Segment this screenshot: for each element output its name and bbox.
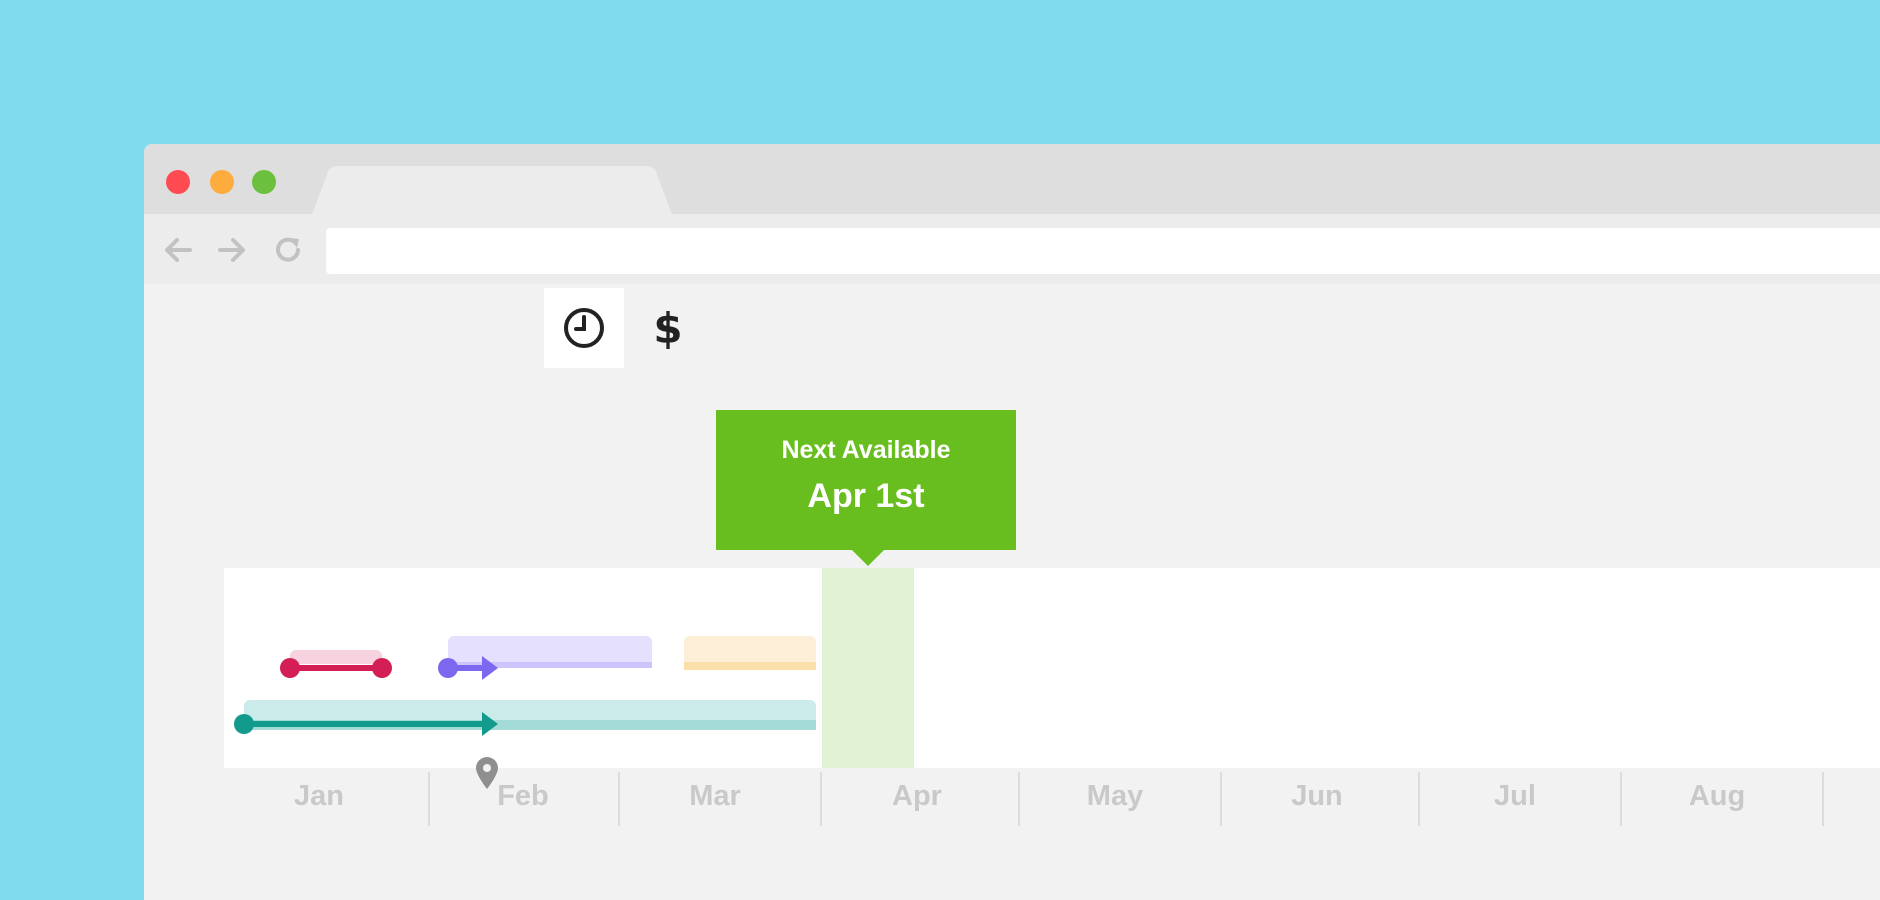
month-label: Jun <box>1291 780 1343 812</box>
task-1-band <box>290 650 382 664</box>
browser-tab[interactable] <box>312 166 672 214</box>
task-1-start <box>280 658 300 678</box>
callout-date: Apr 1st <box>807 477 925 515</box>
map-pin-icon[interactable] <box>474 756 500 790</box>
address-bar[interactable] <box>326 228 1880 274</box>
task-2-band <box>448 636 652 666</box>
minimize-window-button[interactable] <box>210 170 234 194</box>
month-axis: Jan Feb Mar Apr May Jun Jul Aug <box>224 768 1880 828</box>
task-3-band <box>684 636 816 666</box>
month-label: Feb <box>497 780 549 812</box>
clock-icon <box>564 308 604 348</box>
task-2-start <box>438 658 458 678</box>
month-label: Aug <box>1688 780 1746 812</box>
title-bar <box>144 144 1880 214</box>
maximize-window-button[interactable] <box>252 170 276 194</box>
task-bars <box>234 636 816 736</box>
timeline-chart <box>224 568 1880 768</box>
arrow-left-icon[interactable] <box>160 232 196 268</box>
time-mode-button[interactable] <box>544 288 624 368</box>
task-4-start <box>234 714 254 734</box>
task-1-end <box>372 658 392 678</box>
task-3-band-edge <box>684 662 816 670</box>
month-label: Jul <box>1494 780 1536 812</box>
dollar-icon: $ <box>653 303 683 353</box>
month-label: May <box>1086 780 1144 812</box>
month-label: Mar <box>689 780 741 812</box>
arrow-right-icon[interactable] <box>214 232 250 268</box>
next-available-callout: Next Available Apr 1st <box>716 410 1016 566</box>
browser-toolbar <box>144 214 1880 284</box>
reload-icon[interactable] <box>270 232 306 268</box>
callout-label: Next Available <box>781 436 951 464</box>
month-divider <box>1822 772 1824 826</box>
month-label: Apr <box>892 780 942 812</box>
callout-pointer <box>852 550 884 566</box>
month-label: Jan <box>294 780 344 812</box>
cost-mode-button[interactable]: $ <box>628 288 708 368</box>
close-window-button[interactable] <box>166 170 190 194</box>
